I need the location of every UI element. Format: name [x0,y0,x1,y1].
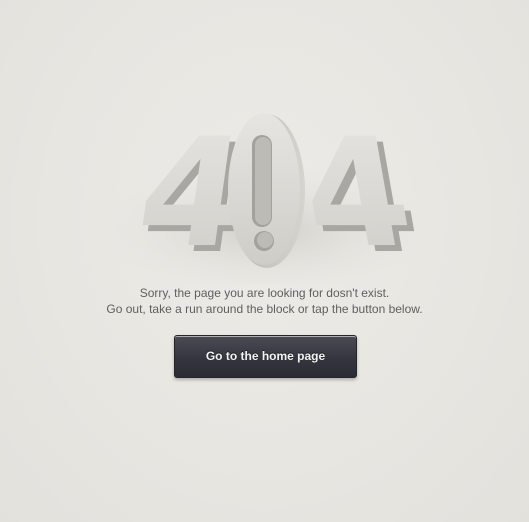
error-message-line-2: Go out, take a run around the block or t… [106,302,423,316]
go-home-button[interactable]: Go to the home page [174,335,357,378]
error-page: 4 4 4 4 Sorry, the page you are looking … [0,0,529,522]
error-message-line-1: Sorry, the page you are looking for dosn… [139,286,390,300]
error-404-graphic: 4 4 4 4 [90,106,440,285]
error-404-illustration: 4 4 4 4 [0,95,529,285]
